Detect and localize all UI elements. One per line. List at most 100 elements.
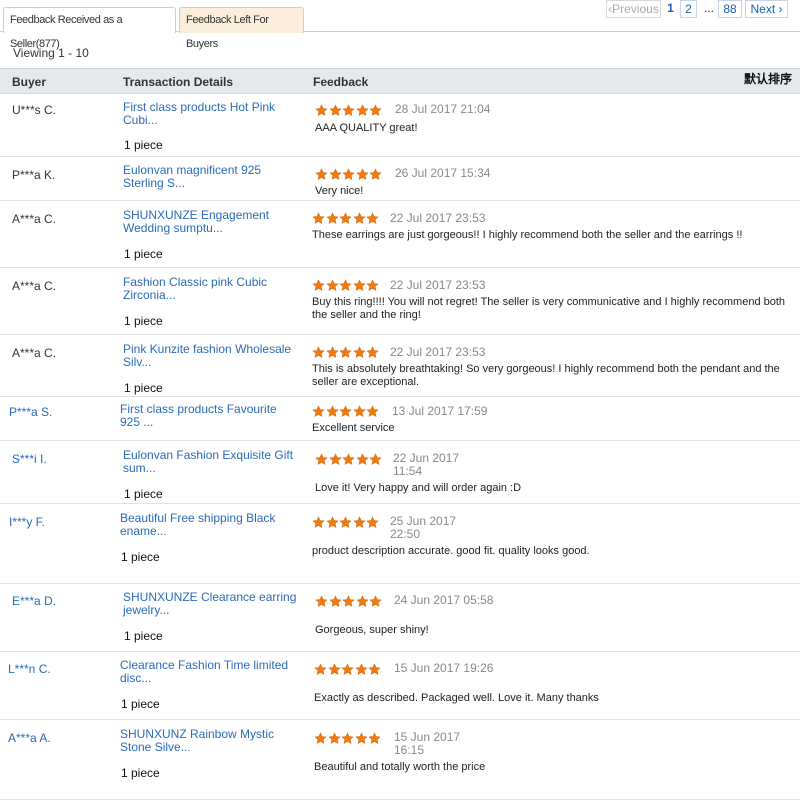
buyer-name[interactable]: L***n C. xyxy=(8,662,51,676)
product-link[interactable]: Eulonvan Fashion Exquisite Gift sum... xyxy=(123,449,303,475)
star-rating xyxy=(315,595,383,608)
star-rating xyxy=(312,279,380,292)
star-icon xyxy=(328,453,342,465)
star-icon xyxy=(355,732,368,744)
table-row: A***a A. SHUNXUNZ Rainbow Mystic Stone Si… xyxy=(0,720,800,800)
table-row: E***a D. SHUNXUNZE Clearance earring jewe… xyxy=(0,584,800,652)
star-icon xyxy=(366,212,380,224)
product-link[interactable]: SHUNXUNZE Engagement Wedding sumptu... xyxy=(123,209,303,235)
product-link[interactable]: SHUNXUNZE Clearance earring jewelry... xyxy=(123,591,303,617)
feedback-text: These earrings are just gorgeous!! I hig… xyxy=(312,229,743,241)
feedback-date: 13 Jul 2017 17:59 xyxy=(392,404,488,418)
feedback-date: 24 Jun 2017 05:58 xyxy=(394,593,494,607)
star-icon xyxy=(325,346,339,358)
star-icon xyxy=(366,346,380,358)
buyer-name: A***a C. xyxy=(12,212,57,226)
star-icon xyxy=(328,595,342,607)
star-icon xyxy=(312,346,325,358)
feedback-text: Love it! Very happy and will order again… xyxy=(315,482,522,494)
page-1-link[interactable]: 1 xyxy=(663,0,678,18)
product-link[interactable]: Fashion Classic pink Cubic Zirconia... xyxy=(123,276,303,302)
star-icon xyxy=(368,663,382,675)
star-icon xyxy=(341,663,354,675)
star-rating xyxy=(315,104,383,117)
feedback-date: 15 Jun 2017 16:15 xyxy=(394,730,461,757)
feedback-date: 26 Jul 2017 15:34 xyxy=(395,166,491,180)
star-icon xyxy=(353,516,366,528)
table-row: P***a S. First class products Favourite 9… xyxy=(0,397,800,441)
star-icon xyxy=(369,168,383,180)
star-icon xyxy=(339,405,352,417)
page-88-link[interactable]: 88 xyxy=(718,0,742,18)
star-icon xyxy=(328,168,342,180)
quantity: 1 piece xyxy=(124,138,163,152)
star-icon xyxy=(339,516,352,528)
product-link[interactable]: Beautiful Free shipping Black ename... xyxy=(120,512,300,538)
product-link[interactable]: First class products Hot Pink Cubi... xyxy=(123,101,303,127)
star-rating xyxy=(314,663,382,676)
table-row: A***a C. Pink Kunzite fashion Wholesale S… xyxy=(0,335,800,397)
feedback-text: This is absolutely breathtaking! So very… xyxy=(312,363,780,388)
star-icon xyxy=(353,212,366,224)
star-icon xyxy=(369,104,383,116)
quantity: 1 piece xyxy=(121,766,160,780)
star-icon xyxy=(366,405,380,417)
product-link[interactable]: Clearance Fashion Time limited disc... xyxy=(120,659,300,685)
star-rating xyxy=(312,405,380,418)
star-icon xyxy=(369,595,383,607)
feedback-text: Very nice! xyxy=(315,185,364,197)
column-transaction-details: Transaction Details xyxy=(123,75,234,89)
star-icon xyxy=(353,405,366,417)
star-icon xyxy=(339,279,352,291)
default-sort-button[interactable]: 默认排序 xyxy=(744,70,792,87)
star-icon xyxy=(353,346,366,358)
column-feedback: Feedback xyxy=(313,75,369,89)
page-2-link[interactable]: 2 xyxy=(680,0,697,18)
star-icon xyxy=(314,732,327,744)
feedback-text: Buy this ring!!!! You will not regret! T… xyxy=(312,296,786,321)
buyer-name[interactable]: P***a S. xyxy=(9,405,52,419)
star-rating xyxy=(315,168,383,181)
star-rating xyxy=(312,212,380,225)
feedback-text: Beautiful and totally worth the price xyxy=(314,761,486,773)
chevron-right-icon: › xyxy=(775,2,783,16)
next-page-button[interactable]: Next › xyxy=(745,0,788,18)
star-icon xyxy=(327,732,341,744)
star-icon xyxy=(328,104,342,116)
previous-page-button[interactable]: ‹Previous xyxy=(606,0,661,18)
star-icon xyxy=(339,212,352,224)
star-rating xyxy=(312,346,380,359)
buyer-name: P***a K. xyxy=(12,168,56,182)
product-link[interactable]: First class products Favourite 925 ... xyxy=(120,403,300,429)
star-icon xyxy=(325,405,339,417)
star-icon xyxy=(356,104,369,116)
star-icon xyxy=(356,168,369,180)
star-icon xyxy=(312,212,325,224)
star-icon xyxy=(355,663,368,675)
buyer-name[interactable]: I***y F. xyxy=(9,515,45,529)
buyer-name[interactable]: E***a D. xyxy=(12,594,56,608)
star-icon xyxy=(312,405,325,417)
table-row: U***s C. First class products Hot Pink Cu… xyxy=(0,95,800,157)
tab-feedback-received[interactable]: Feedback Received as a Seller(877) xyxy=(3,7,176,50)
viewing-range: Viewing 1 - 10 xyxy=(13,46,89,60)
star-rating xyxy=(315,453,383,466)
table-row: I***y F. Beautiful Free shipping Black en… xyxy=(0,504,800,584)
star-icon xyxy=(342,453,355,465)
quantity: 1 piece xyxy=(124,247,163,261)
product-link[interactable]: Eulonvan magnificent 925 Sterling S... xyxy=(123,164,303,190)
buyer-name[interactable]: S***i I. xyxy=(12,452,47,466)
table-row: A***a C. SHUNXUNZE Engagement Wedding sum… xyxy=(0,201,800,268)
product-link[interactable]: SHUNXUNZ Rainbow Mystic Stone Silve... xyxy=(120,728,300,754)
product-link[interactable]: Pink Kunzite fashion Wholesale Silv... xyxy=(123,343,303,369)
table-row: P***a K. Eulonvan magnificent 925 Sterlin… xyxy=(0,157,800,201)
star-icon xyxy=(342,104,355,116)
buyer-name: A***a C. xyxy=(12,279,57,293)
star-icon xyxy=(342,595,355,607)
star-icon xyxy=(339,346,352,358)
star-icon xyxy=(366,279,380,291)
quantity: 1 piece xyxy=(121,550,160,564)
buyer-name[interactable]: A***a A. xyxy=(8,731,51,745)
table-row: L***n C. Clearance Fashion Time limited d… xyxy=(0,652,800,720)
tab-feedback-left[interactable]: Feedback Left For Buyers xyxy=(179,7,304,50)
